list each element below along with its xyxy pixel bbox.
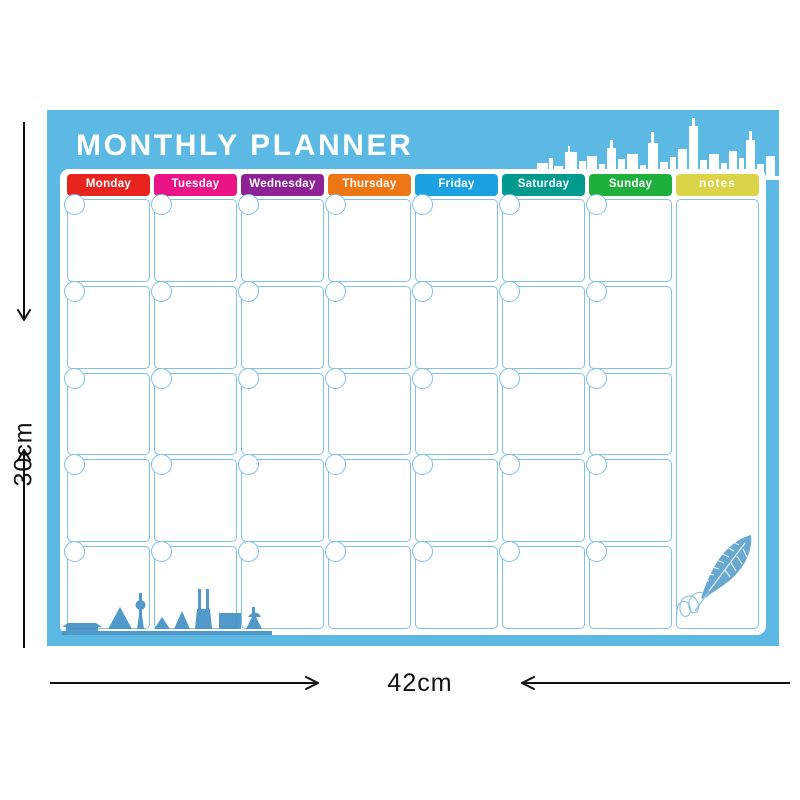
column-header-saturday[interactable]: Saturday: [502, 174, 585, 196]
calendar-cell[interactable]: [499, 541, 585, 629]
date-circle-icon: [412, 367, 433, 389]
calendar-cell[interactable]: [412, 541, 498, 629]
calendar-cell[interactable]: [586, 454, 672, 543]
date-circle-icon: [325, 280, 346, 302]
calendar-cell[interactable]: [586, 194, 672, 282]
calendar-column-monday: [64, 194, 150, 629]
column-header-monday[interactable]: Monday: [67, 174, 150, 196]
dimension-width-label: 42cm: [387, 669, 453, 697]
date-circle-icon: [64, 367, 85, 389]
date-circle-icon: [586, 541, 607, 563]
calendar-cell[interactable]: [64, 367, 150, 456]
calendar-cell[interactable]: [238, 280, 324, 369]
date-circle-icon: [325, 541, 346, 563]
date-circle-icon: [325, 194, 346, 215]
column-header-notes[interactable]: notes: [676, 174, 759, 196]
calendar-cell[interactable]: [238, 454, 324, 543]
date-circle-icon: [238, 280, 259, 302]
calendar-cell[interactable]: [586, 280, 672, 369]
calendar-cell[interactable]: [412, 454, 498, 543]
date-circle-icon: [412, 541, 433, 563]
calendar-column-wednesday: [238, 194, 324, 629]
calendar-cell[interactable]: [499, 280, 585, 369]
date-circle-icon: [499, 280, 520, 302]
calendar-cell[interactable]: [151, 367, 237, 456]
calendar-cell[interactable]: [151, 454, 237, 543]
page-title: MONTHLY PLANNER: [76, 129, 414, 162]
monthly-planner-board: MONTHLY PLANNER Monday Tuesday Wednesday…: [47, 110, 779, 646]
calendar-cell[interactable]: [499, 454, 585, 543]
calendar-cell[interactable]: [412, 280, 498, 369]
date-circle-icon: [151, 280, 172, 302]
calendar-cell[interactable]: [325, 280, 411, 369]
date-circle-icon: [238, 194, 259, 215]
calendar-cell[interactable]: [325, 194, 411, 282]
calendar-cell[interactable]: [412, 194, 498, 282]
weekday-header-row: Monday Tuesday Wednesday Thursday Friday…: [67, 174, 759, 196]
screenshot-stage: MONTHLY PLANNER Monday Tuesday Wednesday…: [0, 0, 800, 800]
calendar-column-notes: [676, 199, 759, 629]
calendar-cell[interactable]: [412, 367, 498, 456]
dimension-height-label: 30cm: [9, 421, 38, 487]
calendar-column-tuesday: [151, 194, 237, 629]
date-circle-icon: [325, 454, 346, 476]
calendar-cell[interactable]: [151, 280, 237, 369]
date-circle-icon: [586, 454, 607, 476]
date-circle-icon: [499, 541, 520, 563]
calendar-cell[interactable]: [64, 194, 150, 282]
double-arrow-vertical-icon: [17, 122, 31, 648]
date-circle-icon: [151, 541, 172, 563]
feather-quill-icon: [677, 535, 752, 617]
date-circle-icon: [238, 367, 259, 389]
date-circle-icon: [64, 541, 85, 563]
calendar-cell[interactable]: [499, 194, 585, 282]
date-circle-icon: [151, 454, 172, 476]
date-circle-icon: [412, 194, 433, 215]
calendar-cell[interactable]: [151, 541, 237, 629]
date-circle-icon: [586, 194, 607, 215]
date-circle-icon: [499, 194, 520, 215]
date-circle-icon: [64, 280, 85, 302]
calendar-cell[interactable]: [238, 367, 324, 456]
date-circle-icon: [325, 367, 346, 389]
column-header-friday[interactable]: Friday: [415, 174, 498, 196]
date-circle-icon: [586, 280, 607, 302]
calendar-cell[interactable]: [499, 367, 585, 456]
date-circle-icon: [412, 280, 433, 302]
date-circle-icon: [64, 454, 85, 476]
column-header-thursday[interactable]: Thursday: [328, 174, 411, 196]
date-circle-icon: [151, 367, 172, 389]
calendar-cell[interactable]: [64, 454, 150, 543]
calendar-cell[interactable]: [151, 194, 237, 282]
column-header-tuesday[interactable]: Tuesday: [154, 174, 237, 196]
calendar-column-friday: [412, 194, 498, 629]
calendar-cell[interactable]: [586, 367, 672, 456]
date-circle-icon: [586, 367, 607, 389]
date-circle-icon: [64, 194, 85, 215]
date-circle-icon: [412, 454, 433, 476]
calendar-column-saturday: [499, 194, 585, 629]
calendar-cell[interactable]: [238, 194, 324, 282]
calendar-cell[interactable]: [325, 454, 411, 543]
calendar-cell[interactable]: [325, 367, 411, 456]
calendar-cell[interactable]: [586, 541, 672, 629]
date-circle-icon: [238, 541, 259, 563]
date-circle-icon: [499, 367, 520, 389]
planner-sheet: Monday Tuesday Wednesday Thursday Friday…: [60, 169, 766, 635]
calendar-cell[interactable]: [64, 541, 150, 629]
date-circle-icon: [151, 194, 172, 215]
date-circle-icon: [238, 454, 259, 476]
notes-area[interactable]: [676, 199, 759, 629]
calendar-cell[interactable]: [64, 280, 150, 369]
dimension-width: 42cm: [48, 655, 792, 711]
column-header-wednesday[interactable]: Wednesday: [241, 174, 324, 196]
date-circle-icon: [499, 454, 520, 476]
dimension-height: 30cm: [0, 120, 48, 650]
column-header-sunday[interactable]: Sunday: [589, 174, 672, 196]
calendar-cell[interactable]: [238, 541, 324, 629]
calendar-column-sunday: [586, 194, 672, 629]
calendar-cell[interactable]: [325, 541, 411, 629]
calendar-column-thursday: [325, 194, 411, 629]
calendar-grid: [64, 194, 759, 629]
